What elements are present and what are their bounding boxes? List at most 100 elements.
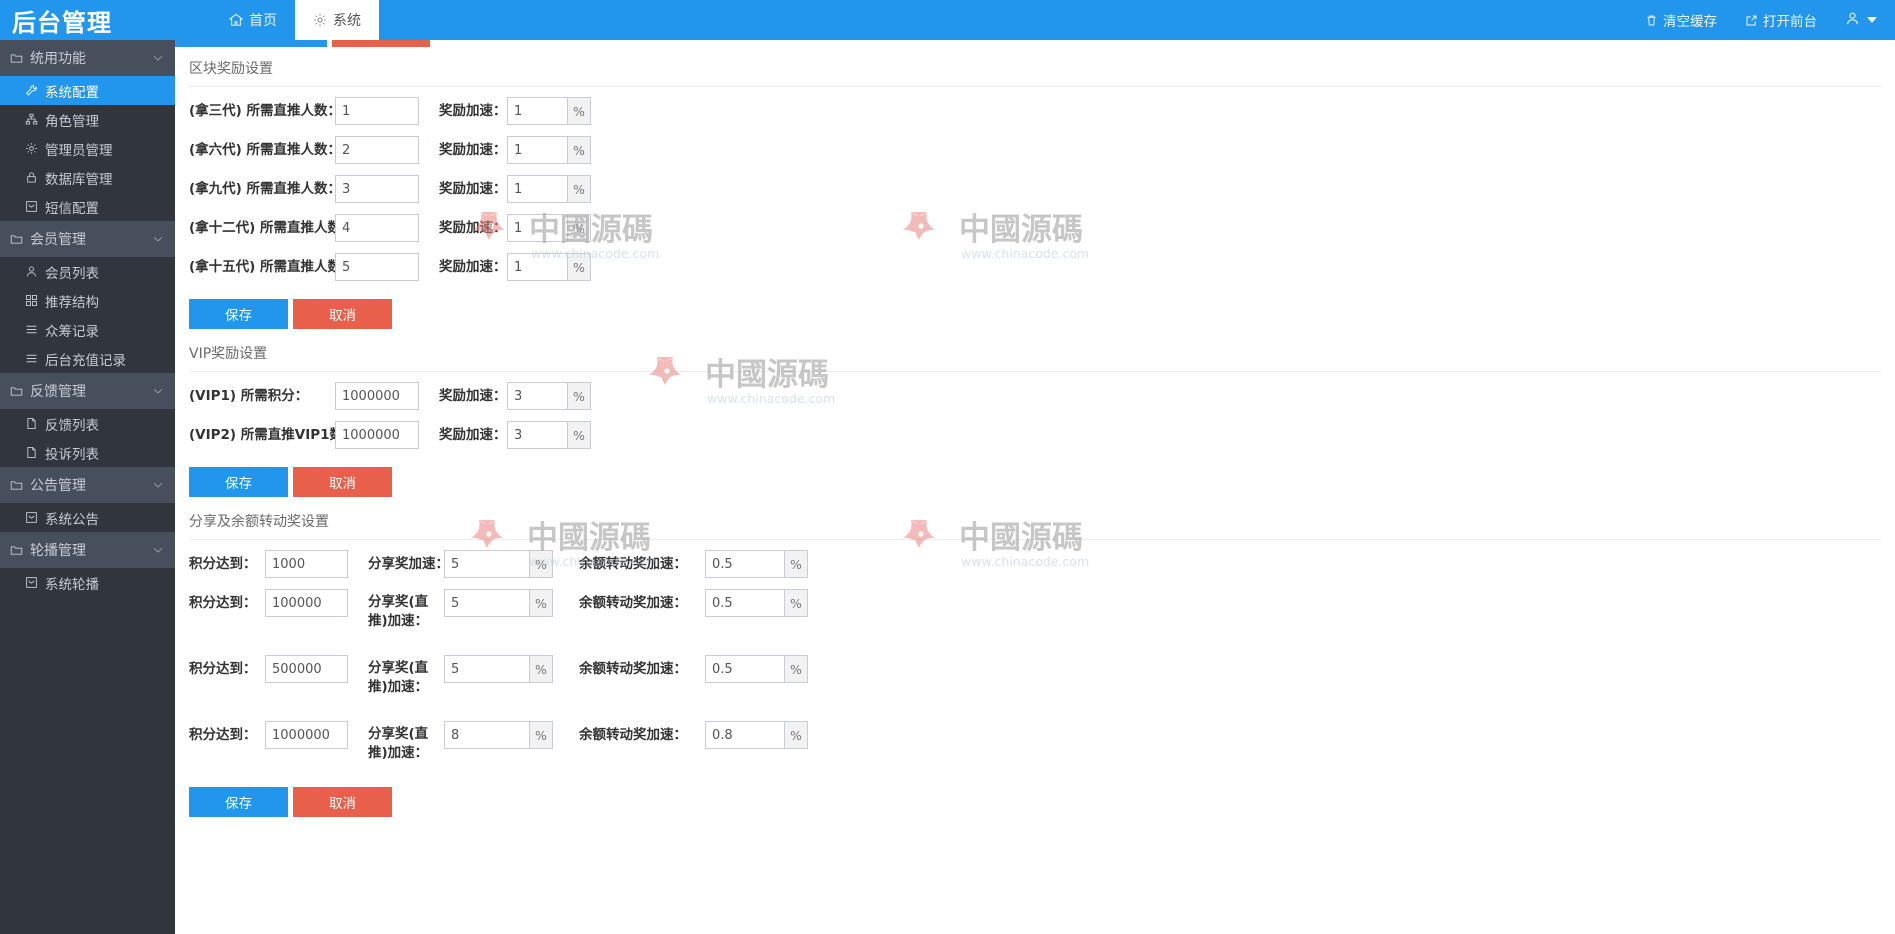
chevron-down-icon (151, 384, 165, 398)
vip-row-label: (VIP1) 所需积分： (189, 388, 309, 404)
share-cancel-button[interactable]: 取消 (293, 787, 392, 817)
sidebar-item-label: 众筹记录 (45, 323, 99, 340)
balance-rate-input-group: % (705, 589, 808, 617)
block-rate-label: 奖励加速： (439, 103, 507, 119)
block-rate-input[interactable] (507, 136, 567, 164)
message-icon (25, 511, 38, 524)
share-points-input[interactable] (265, 721, 348, 749)
vip-threshold-input[interactable] (335, 421, 419, 449)
share-save-button[interactable]: 保存 (189, 787, 288, 817)
share-rate-input[interactable] (444, 550, 529, 578)
sidebar-group-label: 统用功能 (30, 51, 86, 67)
share-points-input[interactable] (265, 655, 348, 683)
strip-red (332, 40, 430, 47)
sidebar-item-label: 数据库管理 (45, 171, 113, 188)
vip-save-button[interactable]: 保存 (189, 467, 288, 497)
sidebar-item-0-2[interactable]: 管理员管理 (0, 134, 175, 163)
sidebar-group-1[interactable]: 会员管理 (0, 221, 175, 257)
file-icon (25, 417, 38, 430)
block-row-label: (拿九代) 所需直推人数： (189, 181, 342, 197)
block-row-label: (拿十五代) 所需直推人数： (189, 259, 355, 275)
sidebar-item-1-2[interactable]: 众筹记录 (0, 315, 175, 344)
share-points-label: 积分达到： (189, 556, 257, 572)
file-icon (25, 446, 38, 459)
sidebar-item-1-1[interactable]: 推荐结构 (0, 286, 175, 315)
share-reward-buttons: 保存 取消 (189, 787, 1881, 817)
block-save-button[interactable]: 保存 (189, 299, 288, 329)
block-rate-input[interactable] (507, 97, 567, 125)
block-direct-count-input[interactable] (335, 175, 419, 203)
open-frontend-label: 打开前台 (1763, 14, 1817, 30)
sidebar-item-4-0[interactable]: 系统轮播 (0, 568, 175, 597)
clear-cache-button[interactable]: 清空缓存 (1631, 10, 1731, 30)
open-frontend-button[interactable]: 打开前台 (1731, 10, 1831, 30)
balance-rate-input[interactable] (705, 550, 784, 578)
block-direct-count-input[interactable] (335, 97, 419, 125)
app-root: 后台管理 首页 系统 清空缓存 打开前台 统用功能 系统配置 角色管理 管理员管… (0, 0, 1895, 934)
tab-home[interactable]: 首页 (211, 0, 295, 40)
share-points-input[interactable] (265, 589, 348, 617)
sidebar-group-0[interactable]: 统用功能 (0, 40, 175, 76)
sidebar-item-0-3[interactable]: 数据库管理 (0, 163, 175, 192)
share-rate-input[interactable] (444, 589, 529, 617)
sidebar-group-2[interactable]: 反馈管理 (0, 373, 175, 409)
tab-system[interactable]: 系统 (295, 0, 379, 40)
vip-rate-label: 奖励加速： (439, 427, 507, 443)
block-cancel-button[interactable]: 取消 (293, 299, 392, 329)
block-reward-row: (拿十五代) 所需直推人数： 奖励加速：% (189, 253, 1881, 281)
balance-rate-input[interactable] (705, 721, 784, 749)
block-rate-input-group: % (507, 253, 591, 281)
block-row-label: (拿六代) 所需直推人数： (189, 142, 342, 158)
block-rate-input[interactable] (507, 175, 567, 203)
percent-suffix: % (529, 550, 553, 578)
sidebar-item-1-3[interactable]: 后台充值记录 (0, 344, 175, 373)
share-rate-input[interactable] (444, 721, 529, 749)
block-reward-row: (拿十二代) 所需直推人数： 奖励加速：% (189, 214, 1881, 242)
percent-suffix: % (567, 136, 591, 164)
balance-rate-input[interactable] (705, 589, 784, 617)
percent-suffix: % (529, 721, 553, 749)
folder-icon (10, 385, 23, 398)
user-menu[interactable] (1831, 11, 1885, 30)
vip-rate-input-group: % (507, 421, 591, 449)
share-rate-input[interactable] (444, 655, 529, 683)
block-rate-input[interactable] (507, 214, 567, 242)
sidebar-item-2-1[interactable]: 投诉列表 (0, 438, 175, 467)
percent-suffix: % (784, 589, 808, 617)
block-rate-input[interactable] (507, 253, 567, 281)
grid-icon (25, 294, 38, 307)
percent-suffix: % (529, 655, 553, 683)
block-rate-label: 奖励加速： (439, 142, 507, 158)
block-reward-buttons: 保存 取消 (189, 299, 1881, 329)
sidebar-group-4[interactable]: 轮播管理 (0, 532, 175, 568)
vip-reward-row: (VIP2) 所需直推VIP1数： 奖励加速：% (189, 421, 1881, 449)
percent-suffix: % (567, 175, 591, 203)
share-points-input[interactable] (265, 550, 348, 578)
sidebar-item-2-0[interactable]: 反馈列表 (0, 409, 175, 438)
percent-suffix: % (567, 214, 591, 242)
sidebar-item-1-0[interactable]: 会员列表 (0, 257, 175, 286)
percent-suffix: % (784, 721, 808, 749)
sidebar-item-label: 系统公告 (45, 511, 99, 528)
sidebar-item-3-0[interactable]: 系统公告 (0, 503, 175, 532)
header-actions: 清空缓存 打开前台 (1631, 0, 1895, 40)
block-direct-count-input[interactable] (335, 214, 419, 242)
vip-reward-title: VIP奖励设置 (189, 343, 1881, 372)
vip-rate-input[interactable] (507, 382, 567, 410)
vip-cancel-button[interactable]: 取消 (293, 467, 392, 497)
share-rate-input-group: % (444, 721, 553, 749)
sidebar-item-0-0[interactable]: 系统配置 (0, 76, 175, 105)
balance-rate-input[interactable] (705, 655, 784, 683)
share-reward-rows: 积分达到： 分享奖加速：% 余额转动奖加速：% 积分达到： 分享奖(直推)加速：% 余额转… (189, 550, 1881, 763)
block-direct-count-input[interactable] (335, 253, 419, 281)
vip-rate-input[interactable] (507, 421, 567, 449)
header-tabs: 首页 系统 (211, 0, 379, 40)
sidebar-item-0-4[interactable]: 短信配置 (0, 192, 175, 221)
sidebar-item-label: 后台充值记录 (45, 352, 126, 369)
sidebar-item-0-1[interactable]: 角色管理 (0, 105, 175, 134)
settings-forms: 区块奖励设置 (拿三代) 所需直推人数： 奖励加速：% (拿六代) 所需直推人数： 奖… (175, 40, 1895, 817)
block-direct-count-input[interactable] (335, 136, 419, 164)
sidebar-group-3[interactable]: 公告管理 (0, 467, 175, 503)
vip-threshold-input[interactable] (335, 382, 419, 410)
share-rate-input-group: % (444, 550, 553, 578)
